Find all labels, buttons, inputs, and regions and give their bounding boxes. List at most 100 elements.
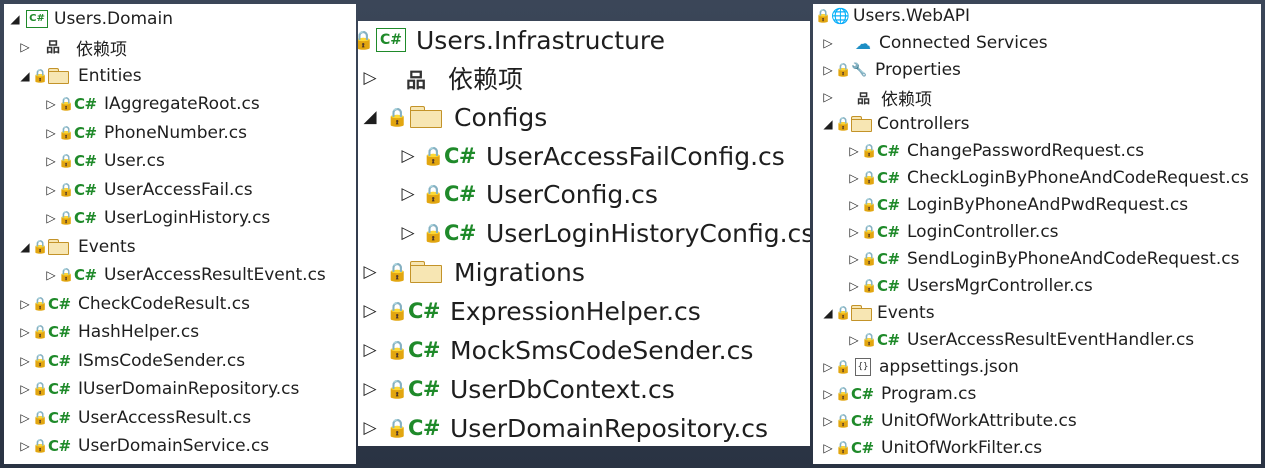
collapsed-arrow-icon[interactable]: ▷: [44, 97, 58, 111]
collapsed-arrow-icon[interactable]: ▷: [44, 183, 58, 197]
tree-node-entities-folder[interactable]: ◢ 🔒 Entities: [18, 64, 141, 88]
tree-node-dependencies[interactable]: ▷ 品 依赖项: [821, 85, 932, 110]
file-label: CheckLoginByPhoneAndCodeRequest.cs: [907, 168, 1249, 188]
file-node[interactable]: ▷ 🔒 C# MockSmsCodeSender.cs: [360, 333, 753, 367]
file-node[interactable]: ▷ 🔒 C# UserDbContext.cs: [360, 372, 674, 406]
expanded-arrow-icon[interactable]: ◢: [18, 69, 32, 83]
file-node[interactable]: ▷ 🔒 C# UserAccessFailConfig.cs: [398, 139, 784, 173]
file-node[interactable]: ▷ 🔒 C# UserLoginHistory.cs: [44, 206, 270, 230]
tree-node-properties[interactable]: ▷ 🔒 🔧 Properties: [821, 58, 961, 82]
collapsed-arrow-icon[interactable]: ▷: [847, 144, 861, 158]
collapsed-arrow-icon[interactable]: ▷: [847, 252, 861, 266]
tree-node-dependencies[interactable]: ▷ 品 依赖项: [18, 35, 127, 60]
tree-node-migrations-folder[interactable]: ▷ 🔒 Migrations: [360, 255, 584, 289]
collapsed-arrow-icon[interactable]: ▷: [44, 154, 58, 168]
file-node[interactable]: ▷ 🔒 C# HashHelper.cs: [18, 320, 199, 344]
collapsed-arrow-icon[interactable]: ▷: [821, 441, 835, 455]
tree-node-configs-folder[interactable]: ◢ 🔒 Configs: [360, 100, 547, 134]
file-node[interactable]: ▷ 🔒 C# UserAccessResultEventHandler.cs: [847, 328, 1194, 352]
file-node[interactable]: ▷ 🔒 C# UserConfig.cs: [398, 177, 657, 211]
file-node[interactable]: ▷ 🔒 C# User.cs: [44, 149, 164, 173]
file-node[interactable]: ▷ 🔒 C# UserDomainRepository.cs: [360, 411, 768, 445]
collapsed-arrow-icon[interactable]: ▷: [360, 418, 380, 438]
expanded-arrow-icon[interactable]: ◢: [8, 12, 22, 26]
collapsed-arrow-icon[interactable]: ▷: [18, 354, 32, 368]
collapsed-arrow-icon[interactable]: ▷: [847, 171, 861, 185]
collapsed-arrow-icon[interactable]: ▷: [18, 382, 32, 396]
collapsed-arrow-icon[interactable]: ▷: [398, 146, 418, 166]
file-node[interactable]: ▷ 🔒 C# LoginController.cs: [847, 220, 1058, 244]
folder-label: Events: [78, 237, 136, 257]
lock-icon: 🔒: [422, 183, 445, 205]
collapsed-arrow-icon[interactable]: ▷: [847, 225, 861, 239]
collapsed-arrow-icon[interactable]: ▷: [847, 279, 861, 293]
file-node[interactable]: ▷ 🔒 C# UnitOfWorkAttribute.cs: [821, 409, 1076, 433]
file-node[interactable]: ▷ 🔒 C# UnitOfWorkFilter.cs: [821, 436, 1042, 460]
file-node[interactable]: ▷ 🔒 C# SendLoginByPhoneAndCodeRequest.cs: [847, 247, 1239, 271]
file-node[interactable]: ▷ 🔒 C# UserAccessResult.cs: [18, 406, 251, 430]
lock-icon: 🔒: [386, 417, 409, 439]
collapsed-arrow-icon[interactable]: ▷: [847, 333, 861, 347]
expanded-arrow-icon[interactable]: ◢: [821, 306, 835, 320]
expanded-arrow-icon[interactable]: ◢: [360, 107, 380, 127]
lock-icon: 🔒: [58, 96, 75, 112]
folder-icon: [851, 116, 873, 132]
csharp-file-icon: C#: [74, 124, 97, 142]
tree-node-events-folder[interactable]: ◢ 🔒 Events: [18, 235, 136, 259]
collapsed-arrow-icon[interactable]: ▷: [360, 340, 380, 360]
tree-node-controllers-folder[interactable]: ◢ 🔒 Controllers: [821, 112, 969, 136]
collapsed-arrow-icon[interactable]: ▷: [398, 184, 418, 204]
file-node[interactable]: ▷ 🔒 C# UserAccessFail.cs: [44, 178, 252, 202]
collapsed-arrow-icon[interactable]: ▷: [44, 126, 58, 140]
collapsed-arrow-icon[interactable]: ▷: [360, 301, 380, 321]
collapsed-arrow-icon[interactable]: ▷: [398, 223, 418, 243]
project-node-domain[interactable]: ◢ C# Users.Domain: [8, 7, 173, 31]
collapsed-arrow-icon[interactable]: ▷: [360, 262, 380, 282]
csharp-file-icon: C#: [74, 266, 97, 284]
file-node[interactable]: ▷ 🔒 C# UserLoginHistoryConfig.cs: [398, 216, 810, 250]
file-node[interactable]: ▷ 🔒 C# PhoneNumber.cs: [44, 121, 247, 145]
file-label: appsettings.json: [879, 357, 1019, 377]
collapsed-arrow-icon[interactable]: ▷: [821, 414, 835, 428]
collapsed-arrow-icon[interactable]: ▷: [18, 40, 32, 54]
project-node-infrastructure[interactable]: 🔒 C# Users.Infrastructure: [358, 23, 665, 57]
tree-node-appsettings[interactable]: ▷ 🔒 {} appsettings.json: [821, 355, 1019, 379]
file-node[interactable]: ▷ 🔒 C# ISmsCodeSender.cs: [18, 349, 245, 373]
file-node[interactable]: ▷ 🔒 C# CheckCodeResult.cs: [18, 292, 250, 316]
collapsed-arrow-icon[interactable]: ▷: [821, 90, 835, 104]
collapsed-arrow-icon[interactable]: ▷: [18, 297, 32, 311]
file-node[interactable]: ▷ 🔒 C# IAggregateRoot.cs: [44, 92, 259, 116]
tree-node-connected-services[interactable]: ▷ ☁ Connected Services: [821, 31, 1047, 55]
file-node[interactable]: ▷ 🔒 C# IUserDomainRepository.cs: [18, 377, 299, 401]
collapsed-arrow-icon[interactable]: ▷: [821, 36, 835, 50]
collapsed-arrow-icon[interactable]: ▷: [44, 211, 58, 225]
collapsed-arrow-icon[interactable]: ▷: [360, 379, 380, 399]
file-node[interactable]: ▷ 🔒 C# Program.cs: [821, 382, 976, 406]
collapsed-arrow-icon[interactable]: ▷: [821, 360, 835, 374]
file-node[interactable]: ▷ 🔒 C# ChangePasswordRequest.cs: [847, 139, 1144, 163]
tree-node-events-folder[interactable]: ◢ 🔒 Events: [821, 301, 934, 325]
collapsed-arrow-icon[interactable]: ▷: [18, 325, 32, 339]
collapsed-arrow-icon[interactable]: ▷: [821, 63, 835, 77]
collapsed-arrow-icon[interactable]: ▷: [18, 439, 32, 453]
file-node[interactable]: ▷ 🔒 C# UsersMgrController.cs: [847, 274, 1092, 298]
lock-icon: 🔒: [32, 381, 49, 397]
file-node[interactable]: ▷ 🔒 C# LoginByPhoneAndPwdRequest.cs: [847, 193, 1188, 217]
tree-node-dependencies[interactable]: ▷ 品 依赖项: [360, 61, 523, 95]
file-node[interactable]: ▷ 🔒 C# CheckLoginByPhoneAndCodeRequest.c…: [847, 166, 1249, 190]
expanded-arrow-icon[interactable]: ◢: [821, 117, 835, 131]
file-label: ChangePasswordRequest.cs: [907, 141, 1145, 161]
lock-icon: 🔒: [835, 305, 852, 321]
file-node[interactable]: ▷ 🔒 C# ExpressionHelper.cs: [360, 294, 701, 328]
project-node-webapi[interactable]: 🔒 🌐 Users.WebAPI: [815, 4, 970, 28]
expanded-arrow-icon[interactable]: ◢: [18, 240, 32, 254]
file-node[interactable]: ▷ 🔒 C# UserDomainService.cs: [18, 434, 269, 458]
collapsed-arrow-icon[interactable]: ▷: [821, 387, 835, 401]
collapsed-arrow-icon[interactable]: ▷: [360, 68, 380, 88]
collapsed-arrow-icon[interactable]: ▷: [847, 198, 861, 212]
collapsed-arrow-icon[interactable]: ▷: [44, 268, 58, 282]
file-label: ExpressionHelper.cs: [450, 296, 701, 326]
folder-icon: [410, 106, 444, 128]
file-node[interactable]: ▷ 🔒 C# UserAccessResultEvent.cs: [44, 263, 325, 287]
collapsed-arrow-icon[interactable]: ▷: [18, 411, 32, 425]
